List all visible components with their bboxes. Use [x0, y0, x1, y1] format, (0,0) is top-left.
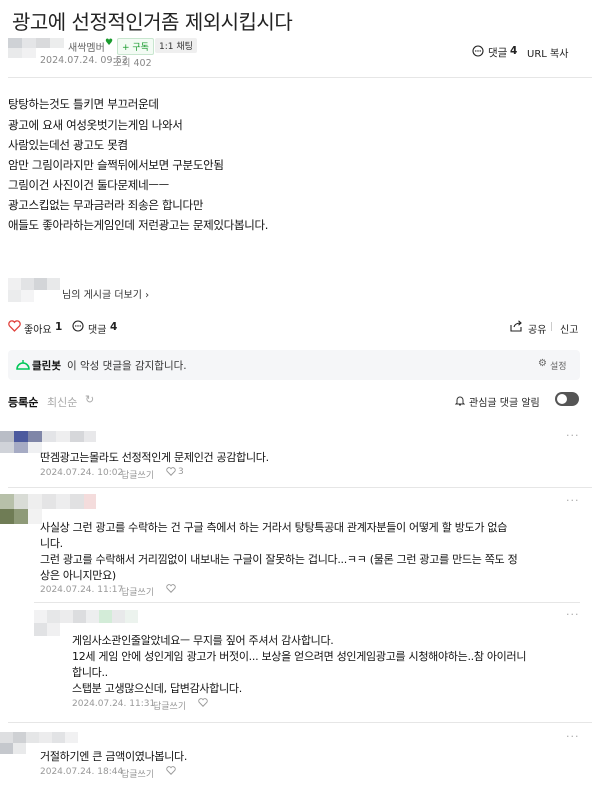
comment-like-button[interactable]: [198, 698, 208, 707]
heart-icon: [198, 698, 208, 707]
refresh-icon: ↻: [85, 393, 95, 406]
more-posts-link[interactable]: 님의 게시글 더보기 ›: [62, 286, 149, 301]
sort-registered-tab[interactable]: 등록순: [8, 394, 38, 410]
comment-date: 2024.07.24. 18:44: [40, 767, 124, 777]
heart-icon: [166, 584, 176, 593]
body-line: 광고에 요새 여성옷벗기는게임 나와서: [8, 118, 183, 132]
reply-button[interactable]: 답글쓰기: [121, 767, 154, 780]
divider: [8, 487, 592, 488]
comment-date: 2024.07.24. 10:02: [40, 468, 124, 478]
settings-label: 설정: [550, 362, 567, 372]
post-title: 광고에 선정적인거좀 제외시킵시다: [12, 10, 293, 34]
comment-count: 4: [510, 45, 518, 57]
author-badge: 새싹멤버: [68, 43, 105, 54]
author-name-blurred: [8, 278, 60, 302]
url-copy-button[interactable]: URL 복사: [527, 45, 568, 60]
gear-icon: ⚙: [538, 358, 547, 369]
divider: [34, 602, 580, 603]
bell-icon: [455, 396, 465, 406]
separator: [551, 322, 552, 331]
post-views: 조회 402: [113, 58, 152, 69]
comment: ··· 거절하기엔 큰 금액이였나봅니다. 2024.07.24. 18:44 …: [0, 728, 600, 788]
divider: [8, 722, 592, 723]
more-options-icon[interactable]: ···: [566, 730, 580, 743]
comment-text: 스탭분 고생많으신데, 답변감사합니다.: [72, 682, 242, 695]
body-line: 광고스킵없는 무과금러라 죄송은 합니다만: [8, 198, 204, 212]
comment-text: 니다.: [40, 537, 63, 550]
heart-icon: [166, 467, 176, 476]
cleanbot-banner: 클린봇 이 악성 댓글을 감지합니다. ⚙ 설정: [8, 350, 580, 380]
sort-latest-label: 최신순: [47, 396, 78, 409]
more-options-icon[interactable]: ···: [566, 429, 580, 442]
reply-button[interactable]: 답글쓰기: [153, 699, 186, 712]
comment: ··· 딴겜광고는몰라도 선정적인게 문제인건 공감합니다. 2024.07.2…: [0, 425, 600, 485]
subscribe-button[interactable]: + 구독: [117, 38, 154, 55]
comment-text: 사실상 그런 광고를 수락하는 건 구글 측에서 하는 거라서 탕탕특공대 관계…: [40, 521, 508, 534]
comment-icon: [472, 45, 484, 57]
cleanbot-name: 클린봇: [32, 360, 61, 372]
comment-date: 2024.07.24. 11:31: [72, 699, 156, 709]
body-line: 그림이건 사진이건 둘다문제네ㅡㅡ: [8, 178, 169, 192]
body-line: 탕탕하는것도 틀키면 부끄러운데: [8, 97, 159, 111]
body-line: 사람있는데선 광고도 못켬: [8, 138, 128, 152]
comment-like-button[interactable]: 3: [166, 467, 184, 477]
like-count: 1: [55, 321, 63, 333]
comment-icon: [72, 320, 84, 332]
comment-text: 12세 게임 안에 성인게임 광고가 버젓이... 보상을 얻으려면 성인게임광…: [72, 650, 527, 663]
comment-like-count: 3: [178, 467, 184, 477]
sprout-icon: ♥: [105, 38, 114, 48]
reply-comment: ··· 게임사소관인줄알았네요ㅡ 무지를 짚어 주셔서 감사합니다. 12세 게…: [34, 606, 594, 718]
comment-text: 딴겜광고는몰라도 선정적인게 문제인건 공감합니다.: [40, 451, 269, 464]
more-options-icon[interactable]: ···: [566, 494, 580, 507]
comment: ··· 사실상 그런 광고를 수락하는 건 구글 측에서 하는 거라서 탕탕특공…: [0, 492, 600, 600]
reply-button[interactable]: 답글쓰기: [121, 585, 154, 598]
share-label: 공유: [528, 325, 547, 336]
body-line: 암만 그림이라지만 슬쩍뒤에서보면 구분도안됨: [8, 158, 224, 172]
comment-text: 게임사소관인줄알았네요ㅡ 무지를 짚어 주셔서 감사합니다.: [72, 634, 334, 647]
comment-like-button[interactable]: [166, 766, 176, 775]
cleanbot-message: 이 악성 댓글을 감지합니다.: [67, 360, 187, 372]
sort-latest-tab[interactable]: 최신순 ↻: [47, 393, 94, 410]
body-line: 애들도 좋아라하는게임인데 저런광고는 문제있다봅니다.: [8, 218, 269, 232]
heart-icon: [8, 320, 21, 332]
chat-button[interactable]: 1:1 채팅: [155, 38, 197, 53]
share-icon: [510, 320, 522, 332]
like-label: 좋아요: [24, 325, 52, 336]
comment-text: 거절하기엔 큰 금액이였나봅니다.: [40, 750, 188, 763]
cleanbot-icon: [16, 360, 30, 370]
divider: [8, 77, 592, 78]
notify-label: 관심글 댓글 알림: [469, 398, 540, 409]
heart-icon: [166, 766, 176, 775]
comment-text: 상은 아니지만요): [40, 569, 116, 582]
comment-text: 합니다..: [72, 666, 108, 679]
comment-count-label: 댓글: [488, 47, 508, 59]
comment-label: 댓글: [88, 325, 107, 336]
comment-text: 그런 광고를 수락해서 거리낌없이 내보내는 구글이 잘못하는 겁니다...ㅋㅋ…: [40, 553, 518, 566]
comment-like-button[interactable]: [166, 584, 176, 593]
report-button[interactable]: 신고: [560, 321, 578, 336]
comment-count: 4: [110, 321, 118, 333]
reply-button[interactable]: 답글쓰기: [121, 468, 154, 481]
more-options-icon[interactable]: ···: [566, 608, 580, 621]
comment-date: 2024.07.24. 11:17: [40, 585, 124, 595]
comment-notify-toggle[interactable]: [555, 392, 579, 406]
